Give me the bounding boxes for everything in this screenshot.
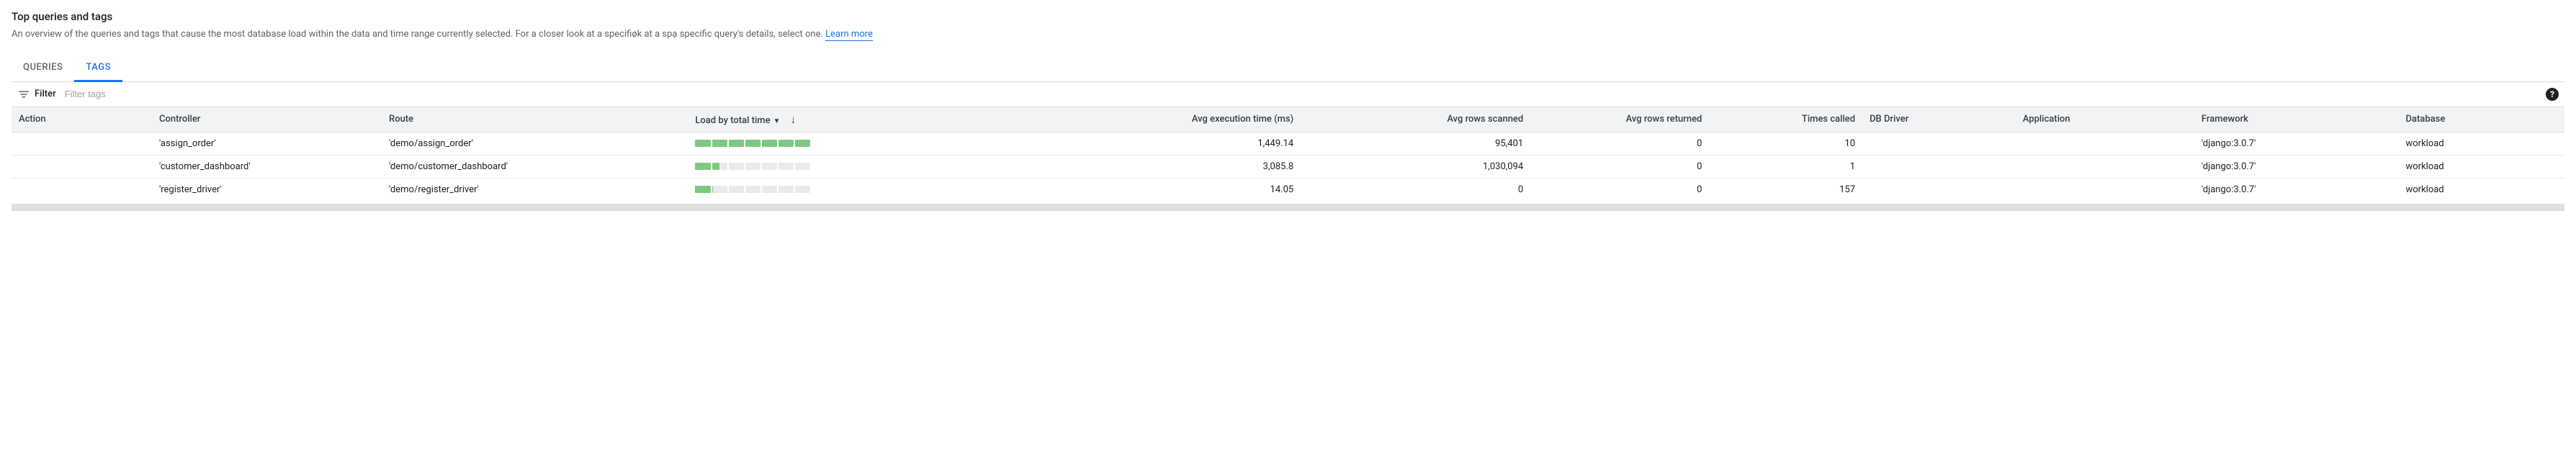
horizontal-scrollbar[interactable] [12, 204, 2564, 211]
col-db-driver[interactable]: DB Driver [1862, 107, 2016, 132]
description-text: An overview of the queries and tags that… [12, 29, 825, 40]
cell-rows-scanned: 0 [1301, 178, 1530, 201]
cell-action [12, 178, 152, 201]
col-load-label: Load by total time [695, 115, 770, 126]
tab-tags[interactable]: TAGS [74, 55, 122, 82]
col-rows-scanned[interactable]: Avg rows scanned [1301, 107, 1530, 132]
load-bar [695, 140, 810, 147]
tabs: QUERIES TAGS [12, 55, 2564, 82]
filter-icon [17, 88, 30, 101]
cell-framework: 'django:3.0.7' [2194, 178, 2399, 201]
cell-application [2016, 155, 2194, 178]
tab-queries[interactable]: QUERIES [12, 55, 74, 82]
col-route[interactable]: Route [382, 107, 688, 132]
cell-times-called: 10 [1709, 132, 1862, 155]
cell-rows-scanned: 1,030,094 [1301, 155, 1530, 178]
col-load[interactable]: Load by total time▼ ↓ [688, 107, 1020, 132]
cell-database: workload [2398, 155, 2564, 178]
cell-avg-exec: 14.05 [1020, 178, 1301, 201]
col-database[interactable]: Database [2398, 107, 2564, 132]
cell-controller: 'assign_order' [152, 132, 382, 155]
cell-framework: 'django:3.0.7' [2194, 132, 2399, 155]
col-application[interactable]: Application [2016, 107, 2194, 132]
cell-rows-returned: 0 [1530, 155, 1709, 178]
cell-route: 'demo/register_driver' [382, 178, 688, 201]
help-icon[interactable]: ? [2546, 88, 2559, 101]
table-row[interactable]: 'assign_order''demo/assign_order' 1,449.1… [12, 132, 2564, 155]
col-controller[interactable]: Controller [152, 107, 382, 132]
table-row[interactable]: 'customer_dashboard''demo/customer_dashb… [12, 155, 2564, 178]
cell-times-called: 157 [1709, 178, 1862, 201]
cell-action [12, 155, 152, 178]
cell-route: 'demo/assign_order' [382, 132, 688, 155]
load-bar [695, 186, 810, 193]
col-times-called[interactable]: Times called [1709, 107, 1862, 132]
cell-database: workload [2398, 132, 2564, 155]
table-header-row: Action Controller Route Load by total ti… [12, 107, 2564, 132]
cell-database: workload [2398, 178, 2564, 201]
section-description: An overview of the queries and tags that… [12, 27, 2564, 42]
cell-rows-returned: 0 [1530, 178, 1709, 201]
col-avg-exec[interactable]: Avg execution time (ms) [1020, 107, 1301, 132]
learn-more-link[interactable]: Learn more [825, 29, 873, 41]
filter-label: Filter [35, 89, 56, 99]
cell-application [2016, 178, 2194, 201]
cell-avg-exec: 1,449.14 [1020, 132, 1301, 155]
sort-arrow-down-icon: ↓ [790, 113, 796, 126]
cell-load [688, 155, 1020, 178]
col-framework[interactable]: Framework [2194, 107, 2399, 132]
cell-application [2016, 132, 2194, 155]
cell-controller: 'register_driver' [152, 178, 382, 201]
filter-bar: Filter ? [12, 82, 2564, 107]
cell-rows-scanned: 95,401 [1301, 132, 1530, 155]
cell-action [12, 132, 152, 155]
cell-avg-exec: 3,085.8 [1020, 155, 1301, 178]
cell-db-driver [1862, 178, 2016, 201]
cell-load [688, 178, 1020, 201]
cell-db-driver [1862, 155, 2016, 178]
data-table: Action Controller Route Load by total ti… [12, 107, 2564, 201]
cell-controller: 'customer_dashboard' [152, 155, 382, 178]
cell-times-called: 1 [1709, 155, 1862, 178]
cell-load [688, 132, 1020, 155]
cell-db-driver [1862, 132, 2016, 155]
filter-input[interactable] [63, 88, 2546, 100]
cell-rows-returned: 0 [1530, 132, 1709, 155]
sort-caret-icon: ▼ [773, 117, 781, 125]
col-action[interactable]: Action [12, 107, 152, 132]
cell-route: 'demo/customer_dashboard' [382, 155, 688, 178]
cell-framework: 'django:3.0.7' [2194, 155, 2399, 178]
load-bar [695, 163, 810, 170]
col-rows-returned[interactable]: Avg rows returned [1530, 107, 1709, 132]
section-title: Top queries and tags [12, 10, 2564, 23]
table-row[interactable]: 'register_driver''demo/register_driver' 1… [12, 178, 2564, 201]
